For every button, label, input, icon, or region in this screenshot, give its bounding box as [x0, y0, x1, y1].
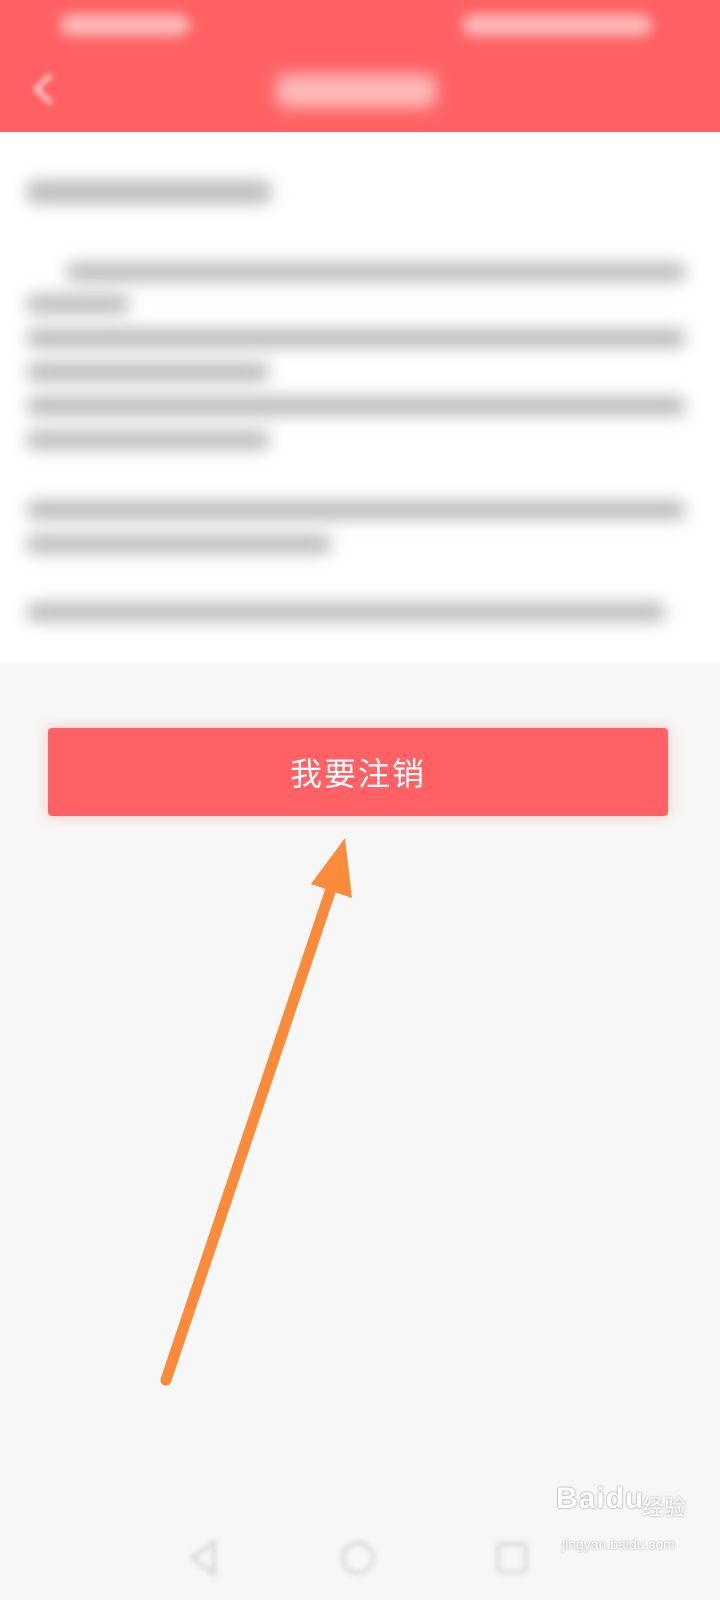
content-line — [26, 180, 272, 204]
watermark-url: jingyan.baidu.com — [562, 1536, 675, 1552]
content-line — [26, 500, 686, 520]
status-right-blurred — [462, 14, 652, 36]
content-line — [26, 396, 686, 416]
content-line — [26, 362, 270, 382]
content-card — [0, 132, 720, 662]
baidu-jingyan-watermark: Baidu 经验 jingyan.baidu.com — [556, 1474, 706, 1574]
content-line — [26, 602, 666, 622]
cancel-account-button[interactable]: 我要注销 — [48, 728, 668, 816]
content-line — [26, 430, 270, 450]
chevron-left-icon — [34, 74, 52, 104]
content-line — [26, 294, 130, 314]
app-header — [0, 0, 720, 132]
screen: 我要注销 Baidu 经验 jingyan.baidu.com — [0, 0, 720, 1600]
status-left-blurred — [60, 14, 190, 36]
triangle-back-icon[interactable] — [182, 1536, 226, 1580]
status-bar — [0, 0, 720, 50]
circle-home-icon[interactable] — [336, 1536, 380, 1580]
watermark-sub: 经验 — [642, 1496, 687, 1521]
watermark-brand: Baidu — [556, 1482, 645, 1515]
cancel-account-button-label: 我要注销 — [289, 755, 426, 793]
page-title-blurred — [276, 74, 436, 108]
back-button[interactable] — [18, 64, 68, 114]
content-line — [26, 328, 686, 348]
square-recent-icon[interactable] — [490, 1536, 534, 1580]
content-line — [66, 262, 686, 282]
content-line — [26, 534, 332, 554]
